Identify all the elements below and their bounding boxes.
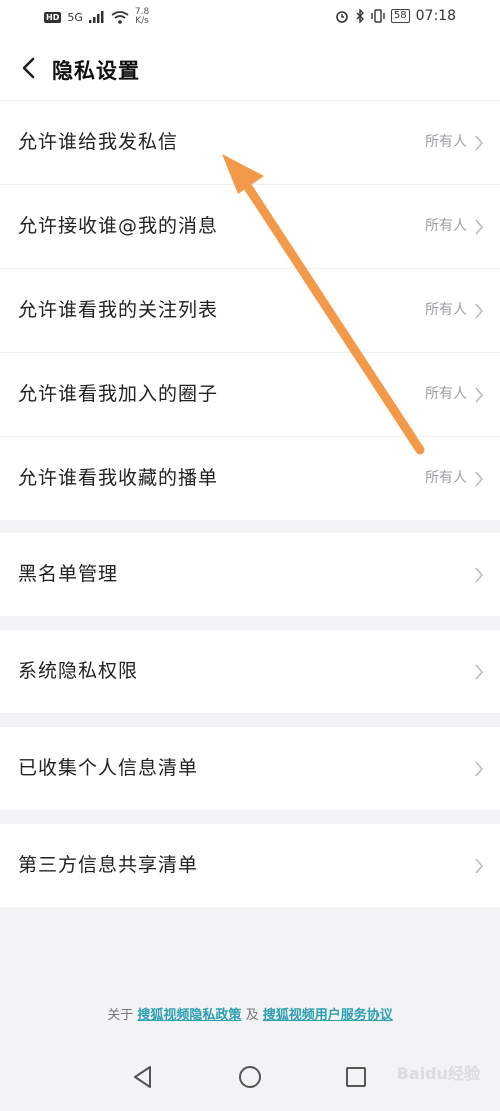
blacklist-management-row[interactable]: 黑名单管理	[0, 533, 500, 616]
bluetooth-icon	[356, 9, 364, 23]
chevron-right-icon	[475, 858, 484, 874]
net-speed: 7.8 K/s	[135, 8, 149, 26]
battery-indicator: 58	[390, 9, 410, 23]
row-value: 所有人	[425, 470, 467, 486]
status-right: 58 07:18	[335, 8, 456, 24]
privacy-row-mentions[interactable]: 允许接收谁@我的消息 所有人	[0, 185, 500, 269]
footer-conjunction: 及	[245, 1008, 259, 1023]
hd-badge: HD	[44, 11, 62, 23]
net-speed-unit: K/s	[135, 16, 149, 26]
privacy-policy-link[interactable]: 搜狐视频隐私政策	[137, 1008, 241, 1023]
row-label: 允许谁看我的关注列表	[18, 299, 219, 321]
chevron-right-icon	[475, 387, 484, 403]
third-party-info-sharing-row[interactable]: 第三方信息共享清单	[0, 824, 500, 907]
chevron-right-icon	[475, 471, 484, 487]
status-left: HD 5G 7.8 K/s	[44, 8, 149, 26]
chevron-right-icon	[475, 761, 484, 777]
chevron-right-icon	[475, 303, 484, 319]
collected-info-group: 已收集个人信息清单	[0, 727, 500, 810]
row-label: 黑名单管理	[18, 563, 119, 585]
nav-back-icon[interactable]	[128, 1062, 158, 1092]
status-bar: HD 5G 7.8 K/s 58 07:18	[0, 0, 500, 36]
signal-label: 5G	[67, 10, 83, 24]
row-label: 已收集个人信息清单	[18, 757, 199, 779]
row-label: 允许谁看我加入的圈子	[18, 383, 219, 405]
chevron-right-icon	[475, 567, 484, 583]
blacklist-group: 黑名单管理	[0, 533, 500, 616]
privacy-row-direct-message[interactable]: 允许谁给我发私信 所有人	[0, 101, 500, 185]
user-agreement-link[interactable]: 搜狐视频用户服务协议	[263, 1008, 393, 1023]
row-label: 第三方信息共享清单	[18, 854, 199, 876]
privacy-row-saved-playlists[interactable]: 允许谁看我收藏的播单 所有人	[0, 437, 500, 520]
collected-personal-info-row[interactable]: 已收集个人信息清单	[0, 727, 500, 810]
third-party-sharing-group: 第三方信息共享清单	[0, 824, 500, 907]
chevron-left-icon	[22, 57, 35, 79]
chevron-right-icon	[475, 219, 484, 235]
row-value: 所有人	[425, 134, 467, 150]
alarm-icon	[336, 11, 348, 23]
row-label: 系统隐私权限	[18, 660, 139, 682]
chevron-right-icon	[475, 135, 484, 151]
row-value: 所有人	[425, 218, 467, 234]
page-header: 隐私设置	[0, 36, 500, 101]
wifi-icon	[111, 10, 129, 24]
system-privacy-permissions-row[interactable]: 系统隐私权限	[0, 630, 500, 713]
footer-prefix: 关于	[107, 1008, 134, 1023]
privacy-row-joined-circles[interactable]: 允许谁看我加入的圈子 所有人	[0, 353, 500, 437]
page-title: 隐私设置	[52, 59, 140, 83]
clock: 07:18	[415, 8, 456, 24]
row-value: 所有人	[425, 302, 467, 318]
row-label: 允许谁给我发私信	[18, 131, 179, 153]
privacy-options-group: 允许谁给我发私信 所有人 允许接收谁@我的消息 所有人 允许谁看我的关注列表 所…	[0, 101, 500, 520]
row-label: 允许谁看我收藏的播单	[18, 467, 219, 489]
vibrate-icon	[371, 9, 385, 23]
baidu-watermark: Baidu经验	[396, 1064, 480, 1083]
nav-home-icon[interactable]	[235, 1062, 265, 1092]
system-permissions-group: 系统隐私权限	[0, 630, 500, 713]
chevron-right-icon	[475, 664, 484, 680]
privacy-row-following-list[interactable]: 允许谁看我的关注列表 所有人	[0, 269, 500, 353]
row-label: 允许接收谁@我的消息	[18, 215, 219, 237]
signal-icon	[88, 11, 104, 23]
footer-agreements: 关于 搜狐视频隐私政策 及 搜狐视频用户服务协议	[0, 1004, 500, 1023]
nav-recent-apps-icon[interactable]	[341, 1062, 371, 1092]
row-value: 所有人	[425, 386, 467, 402]
back-button[interactable]	[10, 50, 46, 86]
